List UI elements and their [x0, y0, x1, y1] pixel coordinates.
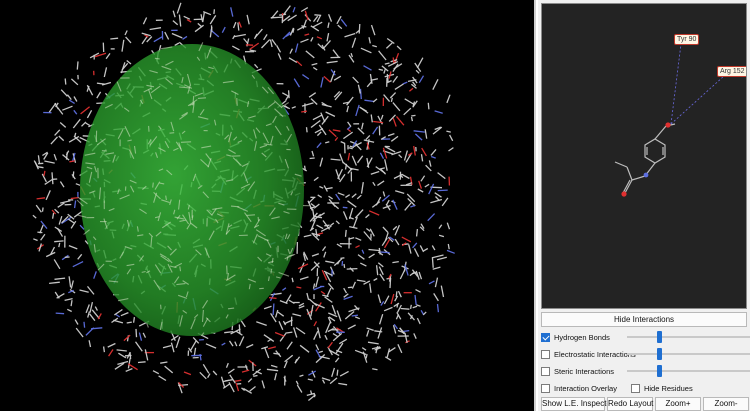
residue-label-tyr90[interactable]: Tyr 90: [674, 34, 700, 45]
overlay-row: Interaction Overlay Hide Residues: [541, 381, 693, 395]
interaction-overlay-label: Interaction Overlay: [554, 383, 617, 393]
ligand-carbonyl-oxygen-atom: [621, 191, 627, 197]
zoom-in-button[interactable]: Zoom+: [655, 397, 701, 411]
hydrogen-bonds-label: Hydrogen Bonds: [554, 332, 610, 342]
show-inspector-button[interactable]: Show L.E. Inspector: [541, 397, 614, 411]
ligand-skeleton: [614, 123, 676, 194]
steric-slider[interactable]: [627, 365, 750, 377]
electrostatic-slider[interactable]: [627, 348, 750, 360]
steric-slider-thumb[interactable]: [656, 365, 662, 377]
binding-site-envelope: [80, 44, 304, 336]
ligand-oxygen-atom: [665, 122, 671, 128]
ligand-2d-view[interactable]: Tyr 90 Arg 152: [541, 3, 747, 309]
hydrogen-bonds-row: Hydrogen Bonds: [541, 330, 750, 344]
interaction-overlay-checkbox[interactable]: [541, 383, 550, 393]
electrostatic-checkbox[interactable]: [541, 349, 550, 359]
residue-label-arg152[interactable]: Arg 152: [717, 66, 746, 77]
steric-label: Steric Interactions: [554, 366, 615, 376]
hide-residues-checkbox[interactable]: [630, 383, 640, 393]
electrostatic-label: Electrostatic Interactions: [554, 349, 636, 359]
hbond-line-tyr90: [670, 43, 682, 125]
steric-row: Steric Interactions: [541, 364, 750, 378]
electrostatic-slider-thumb[interactable]: [656, 348, 662, 360]
hydrogen-bonds-slider-thumb[interactable]: [656, 331, 662, 343]
hide-interactions-button[interactable]: Hide Interactions: [541, 312, 747, 327]
hydrogen-bonds-slider[interactable]: [627, 331, 750, 343]
zoom-out-button[interactable]: Zoom-: [703, 397, 749, 411]
ligand-diagram: [614, 43, 725, 197]
electrostatic-row: Electrostatic Interactions: [541, 347, 750, 361]
redo-layout-button[interactable]: Redo Layout: [607, 397, 653, 411]
hydrogen-bonds-checkbox[interactable]: [541, 332, 550, 342]
protein-3d-viewport[interactable]: [0, 0, 536, 411]
ligand-nitrogen-atom: [643, 172, 649, 178]
hbond-line-arg152: [670, 75, 725, 125]
steric-checkbox[interactable]: [541, 366, 550, 376]
protein-structure-render[interactable]: [0, 0, 536, 411]
hide-residues-label: Hide Residues: [643, 383, 693, 393]
ligand-interaction-panel: Tyr 90 Arg 152 Hide Interactions Hydroge…: [538, 0, 750, 411]
